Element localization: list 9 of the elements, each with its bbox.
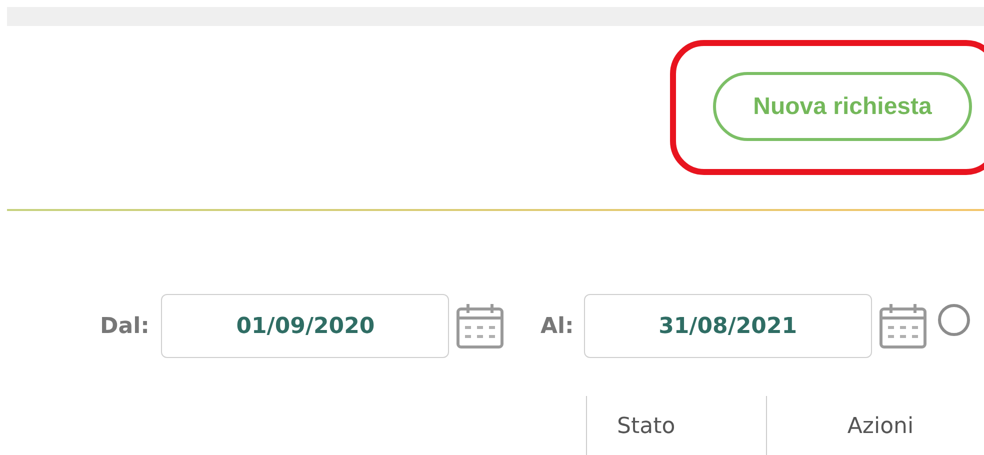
radio-button[interactable] (938, 304, 970, 336)
calendar-icon[interactable] (878, 302, 928, 350)
calendar-icon[interactable] (455, 302, 506, 350)
date-label: Al: (540, 314, 574, 338)
column-header: Azioni (766, 396, 984, 455)
date-label: Dal: (100, 314, 150, 338)
column-header: Stato (586, 396, 766, 455)
date-field[interactable]: 01/09/2020 (161, 294, 450, 358)
date-field[interactable]: 31/08/2021 (584, 294, 872, 358)
